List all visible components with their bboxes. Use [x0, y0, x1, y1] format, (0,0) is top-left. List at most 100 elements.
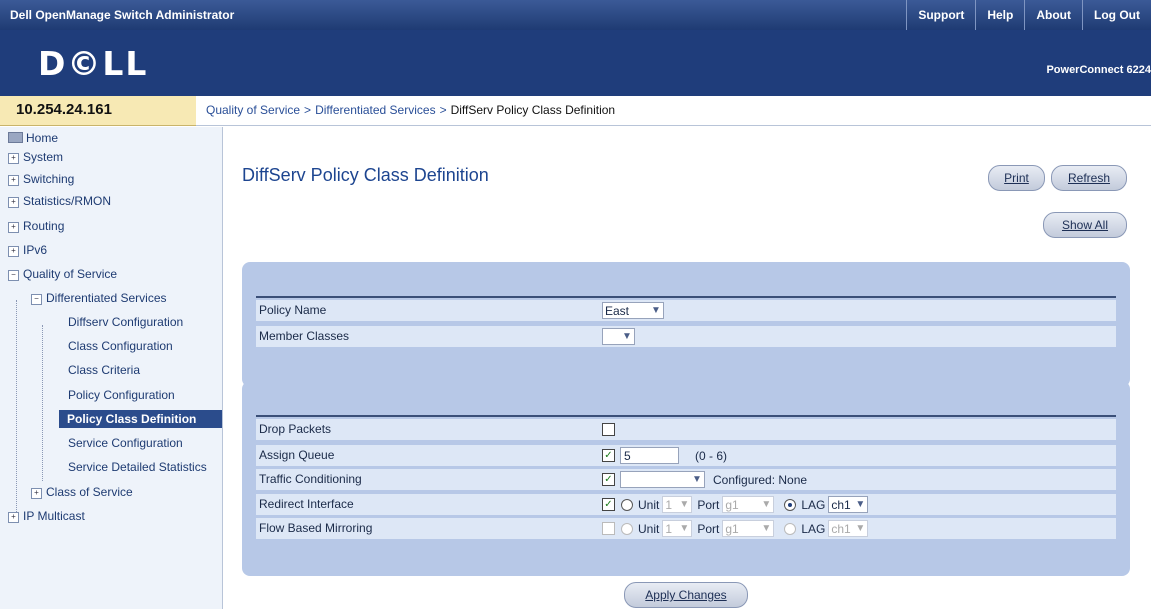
sidebar-item-class-configuration[interactable]: Class Configuration — [68, 339, 173, 353]
app-title: Dell OpenManage Switch Administrator — [10, 8, 235, 22]
chevron-down-icon: ▼ — [761, 523, 772, 534]
expand-icon[interactable]: + — [31, 488, 42, 499]
sidebar-item-label: Differentiated Services — [46, 291, 167, 305]
sidebar-item-system[interactable]: + System — [8, 150, 63, 164]
panel-divider — [256, 415, 1116, 417]
help-link[interactable]: Help — [975, 0, 1024, 30]
mirroring-lag-label: LAG — [801, 521, 826, 536]
sidebar-item-ipv6[interactable]: + IPv6 — [8, 243, 47, 257]
expand-icon[interactable]: + — [8, 153, 19, 164]
log-out-link[interactable]: Log Out — [1082, 0, 1151, 30]
flow-based-mirroring-row: Flow Based Mirroring Unit 1 ▼ Port g1 ▼ … — [256, 518, 1116, 540]
sidebar-item-ip-multicast[interactable]: + IP Multicast — [8, 509, 85, 523]
expand-icon[interactable]: + — [8, 175, 19, 186]
sidebar-item-class-criteria[interactable]: Class Criteria — [68, 363, 140, 377]
sidebar-item-routing[interactable]: + Routing — [8, 219, 64, 233]
chevron-down-icon: ▼ — [651, 305, 661, 316]
about-link[interactable]: About — [1024, 0, 1082, 30]
redirect-interface-control: ✓ Unit 1 ▼ Port g1 ▼ LAG ch1 ▼ — [602, 496, 869, 513]
policy-name-row: Policy Name East ▼ — [256, 300, 1116, 322]
traffic-conditioning-status: Configured: None — [713, 472, 808, 487]
sidebar-item-class-of-service[interactable]: + Class of Service — [31, 485, 133, 499]
breadcrumb-differentiated-services[interactable]: Differentiated Services — [315, 103, 436, 117]
assign-queue-checkbox[interactable]: ✓ — [602, 449, 615, 462]
drop-packets-label: Drop Packets — [259, 422, 332, 436]
collapse-icon[interactable]: − — [8, 270, 19, 281]
sidebar-item-differentiated-services[interactable]: − Differentiated Services — [31, 291, 167, 305]
traffic-conditioning-checkbox[interactable]: ✓ — [602, 473, 615, 486]
sidebar-item-label: Switching — [23, 172, 75, 186]
traffic-conditioning-select[interactable]: ▼ — [620, 471, 705, 488]
flow-based-mirroring-checkbox[interactable] — [602, 522, 615, 535]
mirroring-port-select[interactable]: g1 ▼ — [722, 520, 775, 537]
support-link[interactable]: Support — [906, 0, 975, 30]
drop-packets-control — [602, 421, 615, 438]
sidebar-item-label: Class Configuration — [68, 339, 173, 353]
collapse-icon[interactable]: − — [31, 294, 42, 305]
redirect-unit-radio[interactable] — [621, 498, 633, 511]
breadcrumb-quality-of-service[interactable]: Quality of Service — [206, 103, 300, 117]
chevron-down-icon: ▼ — [622, 331, 632, 342]
expand-icon[interactable]: + — [8, 222, 19, 233]
sidebar-item-label: Statistics/RMON — [23, 194, 112, 208]
sidebar-item-policy-configuration[interactable]: Policy Configuration — [68, 388, 175, 402]
sidebar-item-label: Home — [26, 131, 59, 145]
chevron-down-icon: ▼ — [692, 474, 702, 485]
member-classes-select[interactable]: ▼ — [602, 328, 635, 345]
mirroring-unit-value: 1 — [665, 522, 673, 536]
chevron-down-icon: ▼ — [855, 499, 866, 510]
redirect-lag-radio[interactable] — [784, 498, 797, 511]
panel-divider — [256, 296, 1116, 298]
product-name: PowerConnect 6224 — [1046, 64, 1151, 76]
sidebar-item-service-detailed-statistics[interactable]: Service Detailed Statistics — [68, 460, 207, 474]
drop-packets-checkbox[interactable] — [602, 423, 615, 436]
print-button[interactable]: Print — [988, 165, 1045, 191]
page-title: DiffServ Policy Class Definition — [242, 165, 489, 185]
sidebar-item-quality-of-service[interactable]: − Quality of Service — [8, 267, 117, 281]
redirect-port-select[interactable]: g1 ▼ — [722, 496, 775, 513]
sidebar-item-service-configuration[interactable]: Service Configuration — [68, 436, 183, 450]
sidebar-item-policy-class-definition[interactable]: Policy Class Definition — [59, 410, 222, 428]
refresh-button[interactable]: Refresh — [1051, 165, 1127, 191]
expand-icon[interactable]: + — [8, 512, 19, 523]
mirroring-lag-radio[interactable] — [784, 522, 797, 535]
sidebar-item-statistics-rmon[interactable]: + Statistics/RMON — [8, 194, 111, 208]
mirroring-unit-select[interactable]: 1 ▼ — [662, 520, 693, 537]
sidebar-item-diffserv-configuration[interactable]: Diffserv Configuration — [68, 315, 183, 329]
redirect-lag-select[interactable]: ch1 ▼ — [828, 496, 869, 513]
breadcrumb: Quality of Service > Differentiated Servic… — [196, 96, 1151, 126]
sidebar-item-switching[interactable]: + Switching — [8, 172, 74, 186]
show-all-button[interactable]: Show All — [1043, 212, 1127, 238]
breadcrumb-separator: > — [304, 103, 312, 117]
sidebar-item-home[interactable]: Home — [8, 131, 58, 145]
sidebar-item-label: Class Criteria — [68, 363, 141, 377]
settings-panel: Drop Packets Assign Queue ✓ 5 (0 - 6) Tr… — [242, 381, 1130, 576]
redirect-interface-label: Redirect Interface — [259, 497, 354, 511]
expand-icon[interactable]: + — [8, 246, 19, 257]
sidebar: Home + System + Switching + Statistics/RMON… — [0, 127, 223, 609]
chevron-down-icon: ▼ — [855, 523, 866, 534]
policy-name-label: Policy Name — [259, 303, 327, 317]
sidebar-item-label: Service Configuration — [68, 436, 183, 450]
mirroring-lag-select[interactable]: ch1 ▼ — [828, 520, 869, 537]
breadcrumb-separator: > — [439, 103, 447, 117]
mirroring-unit-radio[interactable] — [621, 522, 633, 535]
assign-queue-label: Assign Queue — [259, 448, 335, 462]
mirroring-lag-value: ch1 — [831, 522, 851, 536]
assign-queue-input[interactable]: 5 — [620, 447, 679, 464]
flow-based-mirroring-label: Flow Based Mirroring — [259, 521, 373, 535]
redirect-interface-checkbox[interactable]: ✓ — [602, 498, 615, 511]
tree-line — [42, 325, 43, 481]
expand-icon[interactable]: + — [8, 197, 19, 208]
policy-name-select[interactable]: East ▼ — [602, 302, 664, 319]
policy-name-control: East ▼ — [602, 302, 664, 319]
mirroring-port-label: Port — [697, 521, 720, 536]
member-classes-row: Member Classes ▼ — [256, 326, 1116, 348]
chevron-down-icon: ▼ — [761, 499, 772, 510]
assign-queue-row: Assign Queue ✓ 5 (0 - 6) — [256, 445, 1116, 467]
redirect-lag-label: LAG — [801, 497, 826, 512]
apply-changes-button[interactable]: Apply Changes — [624, 582, 748, 608]
redirect-unit-select[interactable]: 1 ▼ — [662, 496, 693, 513]
sidebar-item-label: System — [23, 150, 64, 164]
sidebar-item-label: Policy Configuration — [68, 388, 175, 402]
